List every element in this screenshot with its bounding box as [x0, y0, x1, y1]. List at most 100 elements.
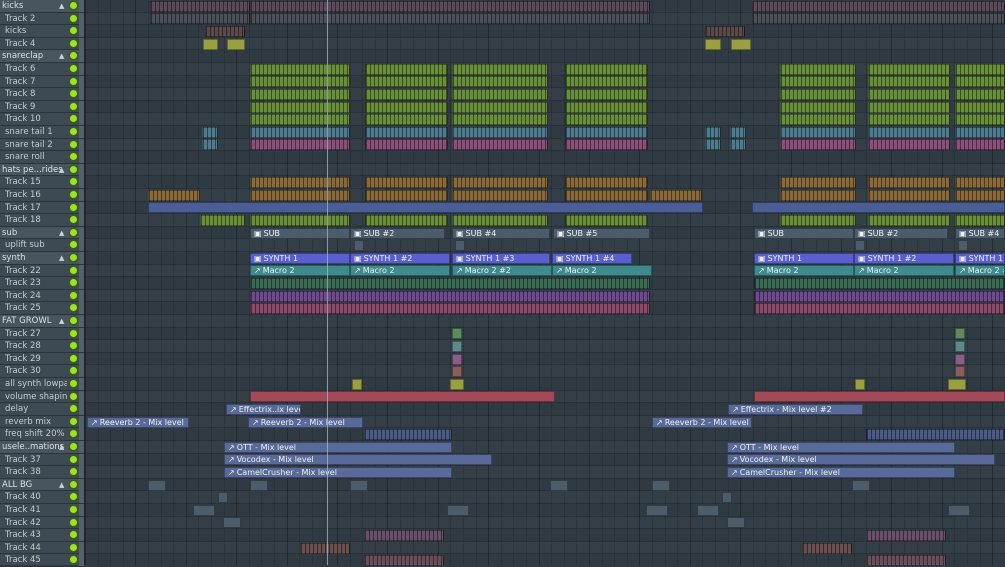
- pattern-clip[interactable]: [565, 76, 648, 87]
- pattern-clip[interactable]: [868, 177, 950, 188]
- pattern-clip[interactable]: [452, 177, 548, 188]
- pattern-clip[interactable]: [205, 26, 245, 37]
- track-header[interactable]: delay: [0, 403, 84, 416]
- pattern-clip[interactable]: [452, 64, 548, 75]
- track-resize-handle[interactable]: [79, 176, 84, 188]
- pattern-clip[interactable]: [352, 379, 362, 390]
- pattern-clip[interactable]: [955, 89, 1005, 100]
- track-resize-handle[interactable]: [79, 0, 84, 12]
- mute-led-icon[interactable]: [70, 544, 77, 551]
- pattern-clip[interactable]: [955, 328, 965, 339]
- track-resize-handle[interactable]: [79, 428, 84, 440]
- track-resize-handle[interactable]: [79, 491, 84, 503]
- track-header[interactable]: Track 23: [0, 277, 84, 290]
- pattern-clip[interactable]: [452, 328, 462, 339]
- track-header[interactable]: freq shift 20%: [0, 428, 84, 441]
- pattern-clip[interactable]: [250, 391, 555, 402]
- track-header[interactable]: Track 30: [0, 365, 84, 378]
- vocodex-automation-clip[interactable]: ↗Vocodex - Mix level: [224, 454, 492, 465]
- bg-clip[interactable]: [652, 480, 670, 491]
- track-header[interactable]: snare tail 1: [0, 126, 84, 139]
- pattern-clip[interactable]: [250, 114, 350, 125]
- track-resize-handle[interactable]: [79, 378, 84, 390]
- pattern-clip[interactable]: [365, 127, 448, 138]
- track-header[interactable]: snareclap▲: [0, 50, 84, 63]
- bg-clip[interactable]: [852, 480, 870, 491]
- collapse-arrow-icon[interactable]: ▲: [59, 479, 64, 491]
- mute-led-icon[interactable]: [70, 317, 77, 324]
- mute-led-icon[interactable]: [70, 556, 77, 563]
- track-header[interactable]: Track 40: [0, 491, 84, 504]
- pattern-clip[interactable]: [565, 190, 648, 201]
- pattern-clip[interactable]: [365, 76, 448, 87]
- pattern-clip[interactable]: [250, 291, 650, 302]
- macro-automation-clip[interactable]: ↗Macro 2: [250, 265, 350, 276]
- pattern-clip[interactable]: [780, 102, 856, 113]
- pattern-clip[interactable]: [452, 102, 548, 113]
- mute-led-icon[interactable]: [70, 27, 77, 34]
- pattern-clip[interactable]: [250, 127, 350, 138]
- mute-led-icon[interactable]: [70, 430, 77, 437]
- pattern-clip[interactable]: [452, 139, 548, 150]
- track-header[interactable]: kicks▲: [0, 0, 84, 13]
- bg-clip[interactable]: [350, 480, 368, 491]
- track-header[interactable]: snare roll: [0, 151, 84, 164]
- uplift-clip[interactable]: [958, 240, 968, 251]
- mute-led-icon[interactable]: [70, 52, 77, 59]
- camelcrusher-automation-clip[interactable]: ↗CamelCrusher - Mix level: [224, 467, 452, 478]
- track-header[interactable]: uplift sub: [0, 239, 84, 252]
- pattern-clip[interactable]: [868, 64, 950, 75]
- pattern-clip[interactable]: [250, 76, 350, 87]
- pattern-clip[interactable]: [780, 139, 856, 150]
- ott-automation-clip[interactable]: ↗OTT - Mix level: [224, 442, 452, 453]
- pattern-clip[interactable]: [364, 530, 444, 541]
- sub-clip[interactable]: ▣SUB #4: [452, 228, 550, 239]
- pattern-clip[interactable]: [705, 127, 721, 138]
- mute-led-icon[interactable]: [70, 405, 77, 412]
- mute-led-icon[interactable]: [70, 216, 77, 223]
- track-header[interactable]: Track 44: [0, 542, 84, 555]
- pattern-clip[interactable]: [955, 215, 1005, 226]
- pattern-clip[interactable]: [450, 379, 464, 390]
- track-header[interactable]: reverb mix: [0, 416, 84, 429]
- mute-led-icon[interactable]: [70, 78, 77, 85]
- track-resize-handle[interactable]: [79, 76, 84, 88]
- track-header[interactable]: Track 28: [0, 340, 84, 353]
- track-header[interactable]: Track 38: [0, 466, 84, 479]
- pattern-clip[interactable]: [452, 89, 548, 100]
- mute-led-icon[interactable]: [70, 493, 77, 500]
- pattern-clip[interactable]: [365, 102, 448, 113]
- mute-led-icon[interactable]: [70, 15, 77, 22]
- synth-clip[interactable]: ▣SYNTH 1: [250, 253, 350, 264]
- collapse-arrow-icon[interactable]: ▲: [59, 50, 64, 62]
- effectrix-automation-clip[interactable]: ↗Effectrix..ix level: [226, 404, 301, 415]
- pattern-clip[interactable]: [565, 64, 648, 75]
- macro-automation-clip[interactable]: ↗Macro 2: [754, 265, 854, 276]
- track-resize-handle[interactable]: [79, 214, 84, 226]
- mute-led-icon[interactable]: [70, 355, 77, 362]
- mute-led-icon[interactable]: [70, 128, 77, 135]
- mute-led-icon[interactable]: [70, 166, 77, 173]
- track-resize-handle[interactable]: [79, 252, 84, 264]
- mute-led-icon[interactable]: [70, 254, 77, 261]
- track-resize-handle[interactable]: [79, 328, 84, 340]
- sub-clip[interactable]: ▣SUB: [754, 228, 854, 239]
- mute-led-icon[interactable]: [70, 367, 77, 374]
- pattern-clip[interactable]: [365, 89, 448, 100]
- sub-clip[interactable]: ▣SUB #2: [350, 228, 445, 239]
- pattern-clip[interactable]: [752, 1, 1005, 12]
- track-header[interactable]: Track 22: [0, 265, 84, 278]
- pattern-clip[interactable]: [250, 177, 350, 188]
- track-resize-handle[interactable]: [79, 340, 84, 352]
- pattern-clip[interactable]: [250, 190, 350, 201]
- bg-clip[interactable]: [948, 505, 970, 516]
- track-resize-handle[interactable]: [79, 517, 84, 529]
- pattern-clip[interactable]: [452, 366, 462, 377]
- track-header[interactable]: snare tail 2: [0, 139, 84, 152]
- pattern-clip[interactable]: [148, 190, 200, 201]
- track-resize-handle[interactable]: [79, 101, 84, 113]
- track-resize-handle[interactable]: [79, 202, 84, 214]
- pattern-clip[interactable]: [565, 114, 648, 125]
- mute-led-icon[interactable]: [70, 279, 77, 286]
- mute-led-icon[interactable]: [70, 229, 77, 236]
